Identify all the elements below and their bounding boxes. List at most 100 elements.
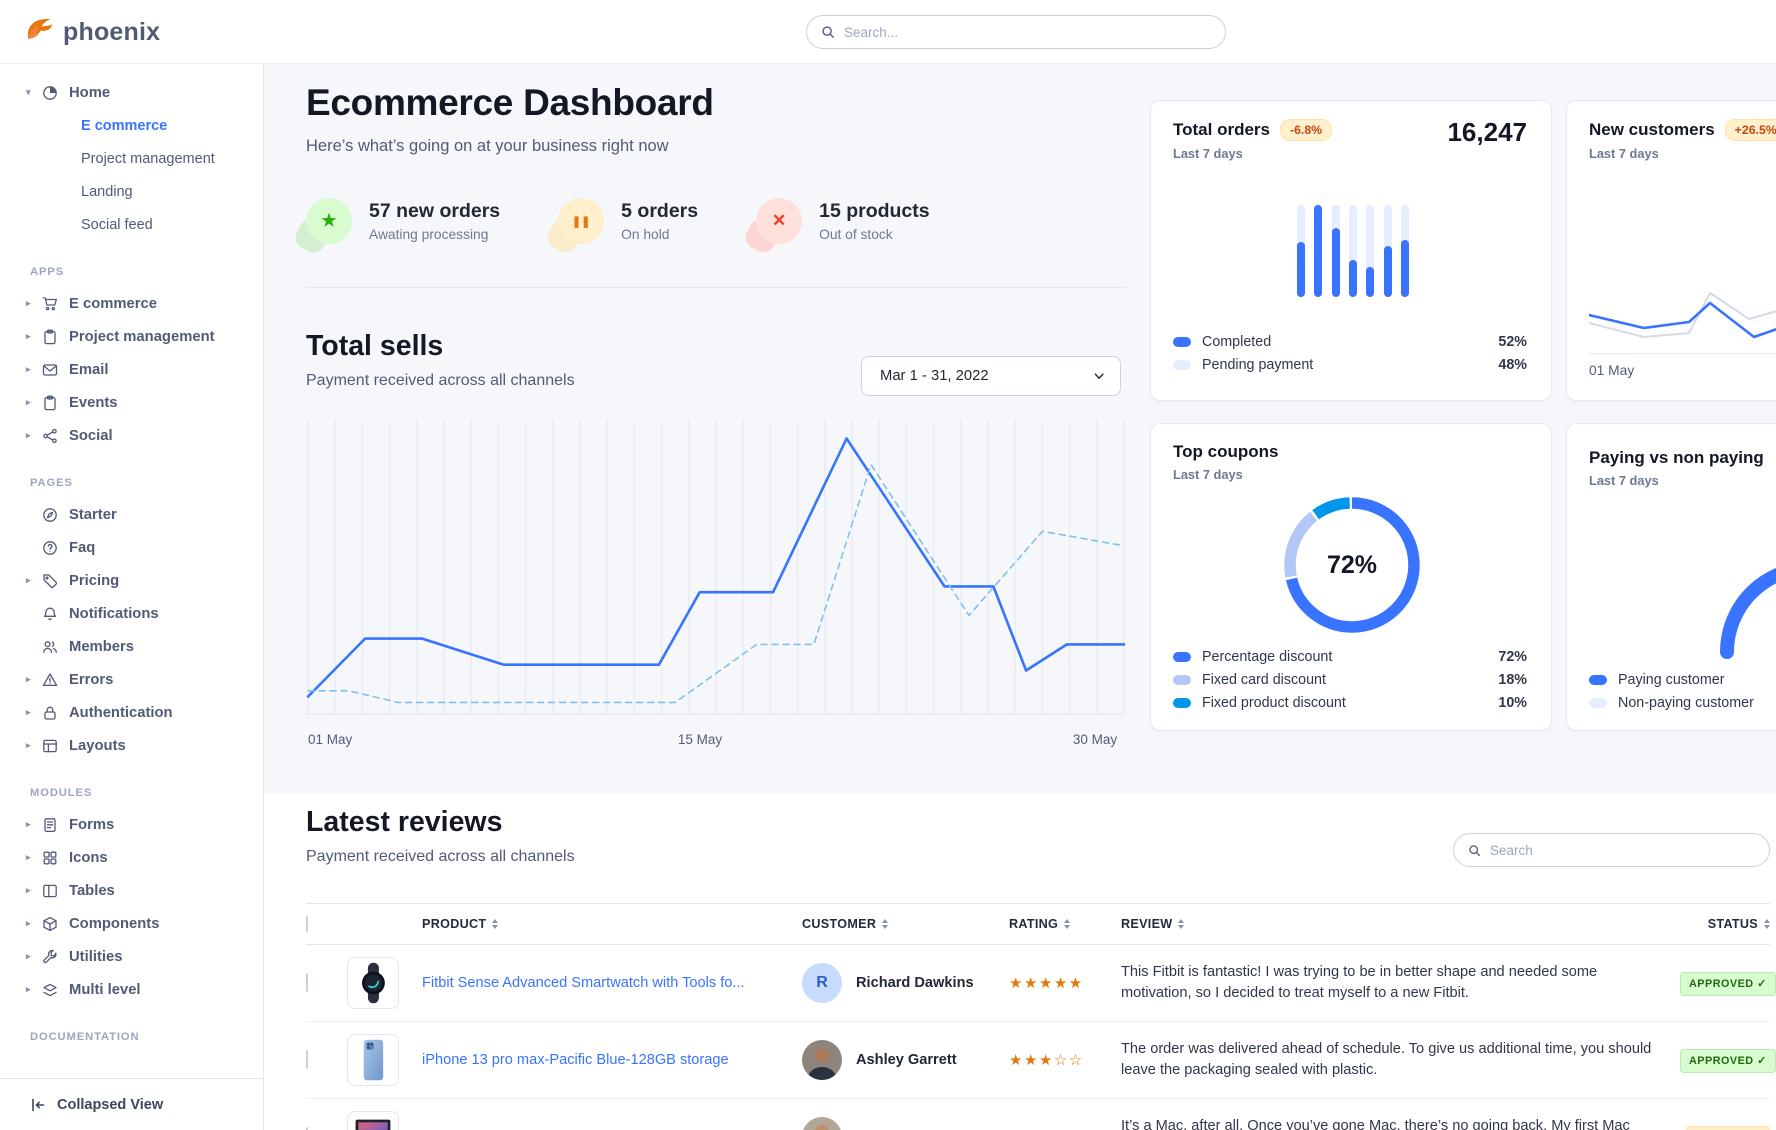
top-coupons-donut-value: 72% [1272, 485, 1432, 645]
sidebar-item-social[interactable]: ▸Social [0, 419, 263, 452]
sidebar-item-authentication[interactable]: ▸Authentication [0, 696, 263, 729]
brand-logo[interactable]: phoenix [22, 13, 160, 51]
grid-icon [42, 850, 58, 866]
caret-right-icon: ▸ [26, 984, 42, 995]
stat-caption: On hold [621, 227, 698, 242]
file-icon [42, 817, 58, 833]
total-orders-period: Last 7 days [1173, 146, 1332, 161]
compass-icon [42, 507, 58, 523]
global-search[interactable] [806, 15, 1226, 49]
sidebar-item-label: Forms [69, 817, 114, 833]
legend-swatch [1173, 337, 1191, 347]
sidebar-item-e-commerce[interactable]: ▸E commerce [0, 287, 263, 320]
column-header-review[interactable]: REVIEW [1121, 917, 1680, 931]
sidebar-item-icons[interactable]: ▸Icons [0, 841, 263, 874]
legend-swatch [1173, 698, 1191, 708]
sidebar-section-label: PAGES [0, 452, 263, 498]
product-thumbnail[interactable] [347, 1034, 399, 1086]
column-header-customer[interactable]: CUSTOMER [802, 917, 1009, 931]
reviews-search-input[interactable] [1490, 843, 1755, 858]
tag-icon [42, 573, 58, 589]
caret-right-icon: ▸ [26, 918, 42, 929]
sidebar-item-home[interactable]: ▾Home [0, 76, 263, 109]
table-row: iPhone 13 pro max-Pacific Blue-128GB sto… [306, 1022, 1770, 1099]
sidebar-item-project-management[interactable]: ▸Project management [0, 320, 263, 353]
sidebar-item-components[interactable]: ▸Components [0, 907, 263, 940]
legend-label: Non-paying customer [1618, 695, 1776, 711]
order-bar [1349, 205, 1357, 297]
sidebar-item-email[interactable]: ▸Email [0, 353, 263, 386]
stat-icon-pause: ❚❚ [558, 198, 604, 244]
order-bar [1314, 205, 1322, 297]
rating-stars: ★★★☆☆ [1009, 1051, 1121, 1069]
product-link[interactable]: iPhone 13 pro max-Pacific Blue-128GB sto… [422, 1052, 753, 1068]
sidebar-nav: ▾HomeE commerce Project management Landing… [0, 64, 264, 1130]
sidebar-subitem-e-commerce[interactable]: E commerce [0, 109, 263, 142]
sort-icon [1764, 919, 1770, 929]
sidebar-item-pricing[interactable]: ▸ Pricing [0, 564, 263, 597]
sidebar-item-label: Email [69, 362, 108, 378]
sort-icon [1178, 919, 1184, 929]
new-customers-x-label: 01 May [1589, 363, 1634, 378]
status-badge: APPROVED ✓ [1680, 972, 1776, 996]
product-link[interactable]: Fitbit Sense Advanced Smartwatch with To… [422, 975, 769, 991]
top-coupons-legend: Percentage discount72%Fixed card discoun… [1173, 645, 1527, 714]
sidebar-item-label: Pricing [69, 573, 119, 589]
sidebar-item-faq[interactable]: Faq [0, 531, 263, 564]
order-bar [1401, 205, 1409, 297]
stat-value: 15 products [819, 200, 930, 223]
total-sells-title: Total sells [306, 330, 443, 363]
select-all-checkbox[interactable] [306, 916, 308, 932]
sidebar-item-multi-level[interactable]: ▸Multi level [0, 973, 263, 1006]
table-row: Apple MacBook Pro 13 inch-M1-8/256GBWood… [306, 1099, 1770, 1130]
sidebar-subitem-social-feed[interactable]: Social feed [0, 208, 263, 241]
column-header-product[interactable]: PRODUCT [422, 917, 802, 931]
header-divider [306, 287, 1126, 288]
sidebar-subitem-landing[interactable]: Landing [0, 175, 263, 208]
legend-swatch [1173, 652, 1191, 662]
legend-label: Pending payment [1202, 357, 1487, 373]
top-coupons-legend-item: Fixed product discount10% [1173, 691, 1527, 714]
sidebar-item-label: Errors [69, 672, 113, 688]
brand-name: phoenix [63, 18, 160, 47]
product-thumbnail[interactable] [347, 1111, 399, 1130]
legend-label: Fixed card discount [1202, 672, 1487, 688]
top-coupons-period: Last 7 days [1173, 467, 1278, 482]
row-checkbox[interactable] [306, 973, 308, 992]
sidebar-item-layouts[interactable]: ▸Layouts [0, 729, 263, 762]
sidebar-subitem-label: Project management [81, 151, 215, 167]
caret-right-icon: ▸ [26, 852, 42, 863]
caret-right-icon: ▸ [26, 575, 42, 586]
sidebar-item-notifications[interactable]: Notifications [0, 597, 263, 630]
row-checkbox[interactable] [306, 1050, 308, 1069]
new-customers-badge: +26.5% [1725, 119, 1776, 141]
column-header-rating[interactable]: RATING [1009, 917, 1121, 931]
sidebar-item-forms[interactable]: ▸Forms [0, 808, 263, 841]
pie-chart-icon [42, 85, 58, 101]
sidebar-item-starter[interactable]: Starter [0, 498, 263, 531]
sidebar-collapse-toggle[interactable]: Collapsed View [0, 1078, 263, 1130]
product-thumbnail[interactable] [347, 957, 399, 1009]
status-badge: PENDING ◷ [1686, 1126, 1770, 1130]
global-search-input[interactable] [844, 25, 1211, 40]
sidebar-item-utilities[interactable]: ▸Utilities [0, 940, 263, 973]
column-header-status[interactable]: STATUS [1680, 917, 1770, 931]
sidebar-item-tables[interactable]: ▸Tables [0, 874, 263, 907]
lock-icon [42, 705, 58, 721]
sidebar-subitem-project-management[interactable]: Project management [0, 142, 263, 175]
page-subtitle: Here’s what’s going on at your business … [306, 137, 669, 156]
stat-icon-x: ✕ [756, 198, 802, 244]
paying-legend-item: Paying customer [1589, 668, 1776, 691]
sort-icon [1064, 919, 1070, 929]
date-range-select[interactable]: Mar 1 - 31, 2022 [861, 356, 1121, 396]
reviews-search[interactable] [1453, 833, 1770, 867]
sidebar-item-events[interactable]: ▸Events [0, 386, 263, 419]
question-icon [42, 540, 58, 556]
stack-icon [42, 982, 58, 998]
review-text: The order was delivered ahead of schedul… [1121, 1039, 1680, 1080]
quick-stats-row: ★57 new ordersAwating processing❚❚5 orde… [306, 198, 930, 244]
sidebar-item-members[interactable]: Members [0, 630, 263, 663]
caret-right-icon: ▸ [26, 885, 42, 896]
sidebar-item-errors[interactable]: ▸Errors [0, 663, 263, 696]
total-orders-legend-item: Pending payment48% [1173, 353, 1527, 376]
